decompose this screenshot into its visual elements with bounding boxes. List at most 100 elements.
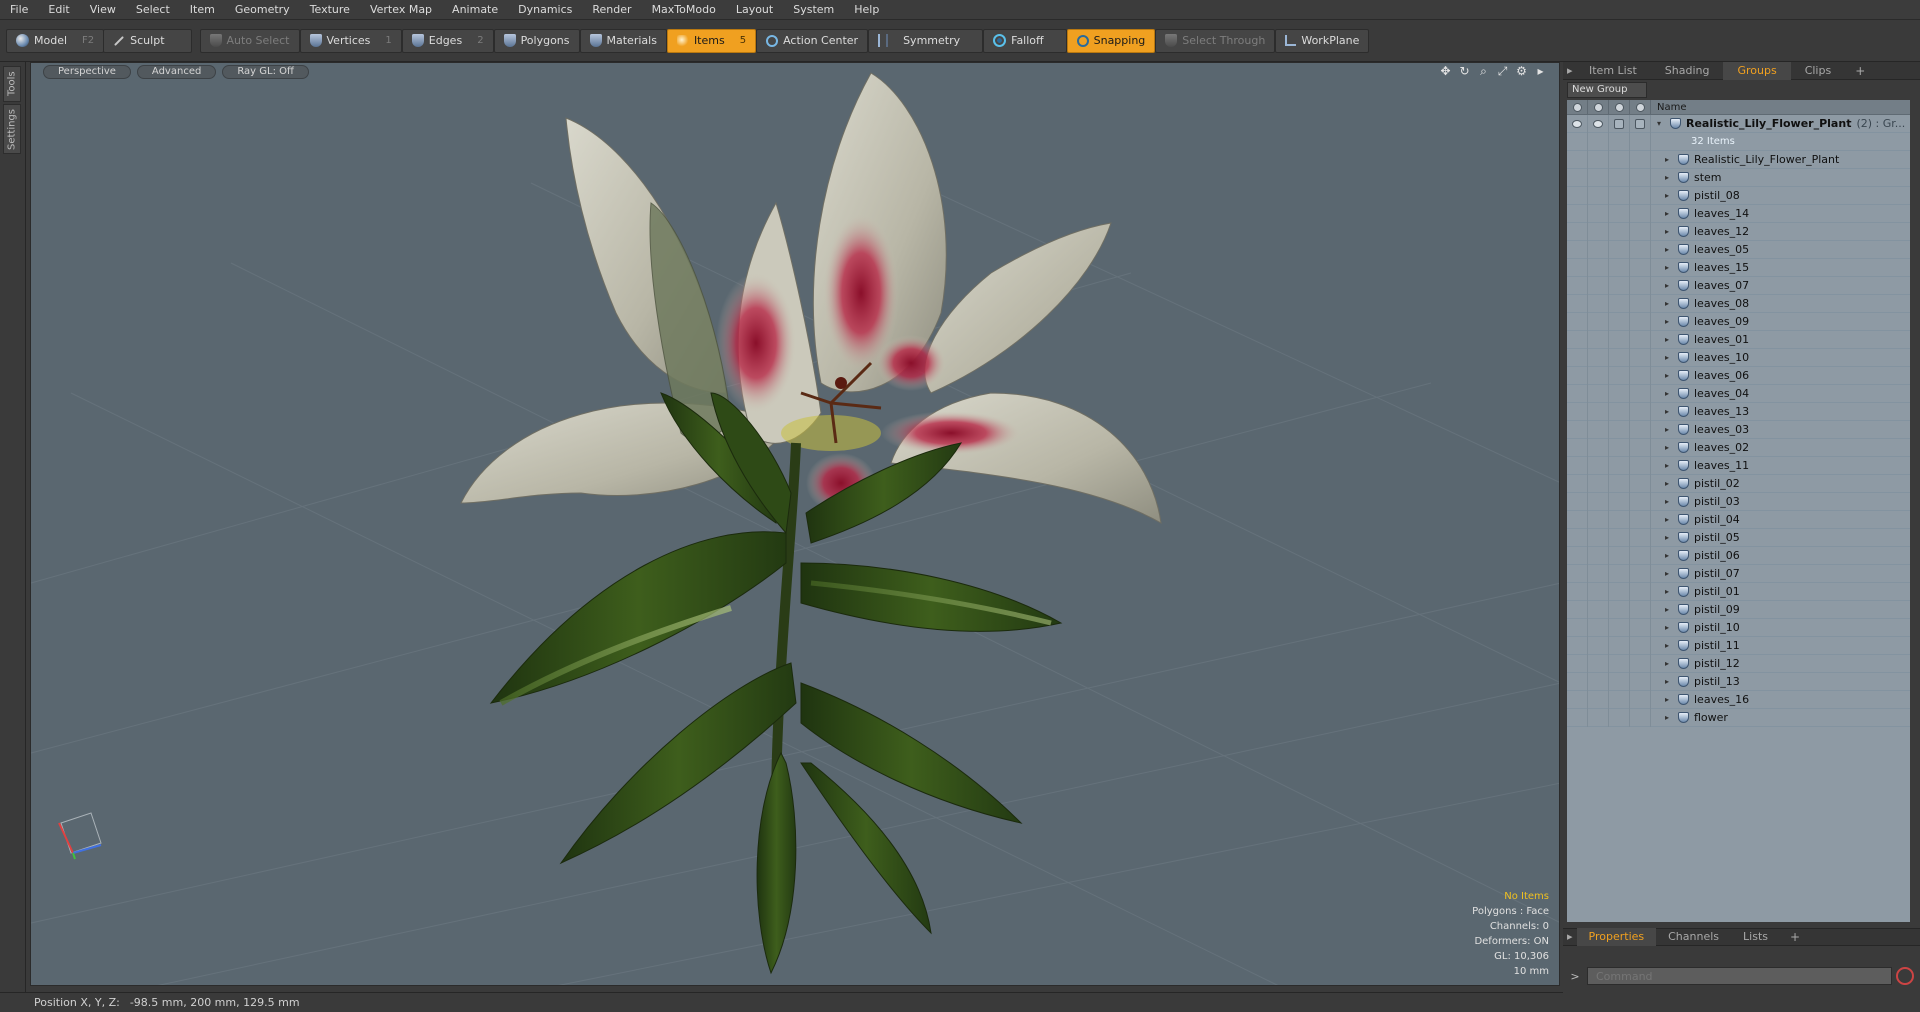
- item-expand-icon[interactable]: ▸: [1665, 335, 1673, 344]
- select-column-icon[interactable]: [1635, 102, 1645, 112]
- item-expand-icon[interactable]: ▸: [1665, 587, 1673, 596]
- edges-button[interactable]: Edges 2: [401, 28, 494, 53]
- add-tab-icon[interactable]: +: [1845, 64, 1875, 78]
- tab-groups[interactable]: Groups: [1723, 61, 1791, 80]
- add-properties-tab-icon[interactable]: +: [1780, 930, 1810, 944]
- item-expand-icon[interactable]: ▸: [1665, 533, 1673, 542]
- item-expand-icon[interactable]: ▸: [1665, 605, 1673, 614]
- item-expand-icon[interactable]: ▸: [1665, 227, 1673, 236]
- group-item-row[interactable]: ▸ pistil_03: [1567, 492, 1910, 511]
- collapse-arrow-icon[interactable]: ▾: [1657, 119, 1665, 128]
- render-icon[interactable]: [1593, 119, 1603, 128]
- arrow-right-icon[interactable]: ▸: [1534, 65, 1547, 78]
- properties-menu-icon[interactable]: ▸: [1563, 928, 1577, 946]
- group-item-row[interactable]: ▸ leaves_02: [1567, 438, 1910, 457]
- group-item-row[interactable]: ▸ leaves_15: [1567, 258, 1910, 277]
- tab-item-list[interactable]: Item List: [1575, 62, 1651, 80]
- visibility-column-icon[interactable]: [1572, 102, 1582, 112]
- group-item-row[interactable]: ▸ pistil_08: [1567, 186, 1910, 205]
- group-item-row[interactable]: ▸ leaves_16: [1567, 690, 1910, 709]
- group-item-row[interactable]: ▸ leaves_09: [1567, 312, 1910, 331]
- group-item-row[interactable]: ▸ leaves_14: [1567, 204, 1910, 223]
- materials-button[interactable]: Materials: [579, 28, 667, 53]
- select-box[interactable]: [1635, 118, 1645, 129]
- group-item-row[interactable]: ▸ leaves_04: [1567, 384, 1910, 403]
- item-expand-icon[interactable]: ▸: [1665, 263, 1673, 272]
- menu-maxtomodo[interactable]: MaxToModo: [642, 0, 726, 20]
- item-expand-icon[interactable]: ▸: [1665, 389, 1673, 398]
- item-expand-icon[interactable]: ▸: [1665, 407, 1673, 416]
- group-item-row[interactable]: ▸ pistil_07: [1567, 564, 1910, 583]
- group-item-row[interactable]: ▸ stem: [1567, 168, 1910, 187]
- rotate-icon[interactable]: ↻: [1458, 65, 1471, 78]
- item-expand-icon[interactable]: ▸: [1665, 659, 1673, 668]
- item-expand-icon[interactable]: ▸: [1665, 353, 1673, 362]
- group-item-row[interactable]: ▸ pistil_10: [1567, 618, 1910, 637]
- item-expand-icon[interactable]: ▸: [1665, 713, 1673, 722]
- polygons-button[interactable]: Polygons: [493, 28, 580, 53]
- menu-edit[interactable]: Edit: [38, 0, 79, 20]
- item-expand-icon[interactable]: ▸: [1665, 317, 1673, 326]
- group-item-row[interactable]: ▸ leaves_06: [1567, 366, 1910, 385]
- menu-dynamics[interactable]: Dynamics: [508, 0, 582, 20]
- group-root-row[interactable]: ▾ Realistic_Lily_Flower_Plant (2) : Gr..…: [1567, 114, 1910, 133]
- group-item-row[interactable]: ▸ pistil_13: [1567, 672, 1910, 691]
- eye-icon[interactable]: [1572, 119, 1582, 128]
- menu-help[interactable]: Help: [844, 0, 889, 20]
- group-item-row[interactable]: ▸ leaves_10: [1567, 348, 1910, 367]
- group-item-row[interactable]: ▸ leaves_07: [1567, 276, 1910, 295]
- menu-texture[interactable]: Texture: [300, 0, 360, 20]
- new-group-button[interactable]: New Group: [1567, 82, 1647, 98]
- falloff-button[interactable]: Falloff: [983, 28, 1067, 53]
- menu-animate[interactable]: Animate: [442, 0, 508, 20]
- item-expand-icon[interactable]: ▸: [1665, 515, 1673, 524]
- render-column-icon[interactable]: [1593, 102, 1603, 112]
- workplane-button[interactable]: WorkPlane: [1275, 28, 1370, 53]
- group-item-row[interactable]: ▸ leaves_03: [1567, 420, 1910, 439]
- group-item-row[interactable]: ▸ pistil_06: [1567, 546, 1910, 565]
- item-expand-icon[interactable]: ▸: [1665, 425, 1673, 434]
- item-expand-icon[interactable]: ▸: [1665, 677, 1673, 686]
- group-item-row[interactable]: ▸ pistil_12: [1567, 654, 1910, 673]
- item-expand-icon[interactable]: ▸: [1665, 551, 1673, 560]
- snapping-button[interactable]: Snapping: [1066, 28, 1156, 53]
- menu-system[interactable]: System: [783, 0, 844, 20]
- item-expand-icon[interactable]: ▸: [1665, 443, 1673, 452]
- item-expand-icon[interactable]: ▸: [1665, 191, 1673, 200]
- item-expand-icon[interactable]: ▸: [1665, 461, 1673, 470]
- menu-render[interactable]: Render: [582, 0, 641, 20]
- raygl-button[interactable]: Ray GL: Off: [222, 64, 309, 79]
- item-expand-icon[interactable]: ▸: [1665, 569, 1673, 578]
- group-item-row[interactable]: ▸ pistil_09: [1567, 600, 1910, 619]
- group-item-row[interactable]: ▸ pistil_11: [1567, 636, 1910, 655]
- tab-shading[interactable]: Shading: [1651, 62, 1724, 80]
- lock-box[interactable]: [1614, 118, 1624, 129]
- model-button[interactable]: Model F2: [6, 28, 105, 53]
- menu-file[interactable]: File: [0, 0, 38, 20]
- group-item-row[interactable]: ▸ leaves_01: [1567, 330, 1910, 349]
- group-item-row[interactable]: ▸ Realistic_Lily_Flower_Plant: [1567, 150, 1910, 169]
- tab-channels[interactable]: Channels: [1656, 928, 1731, 946]
- item-expand-icon[interactable]: ▸: [1665, 695, 1673, 704]
- group-item-row[interactable]: ▸ pistil_02: [1567, 474, 1910, 493]
- gear-icon[interactable]: ⚙: [1515, 65, 1528, 78]
- menu-layout[interactable]: Layout: [726, 0, 783, 20]
- shading-advanced-button[interactable]: Advanced: [136, 64, 217, 79]
- menu-select[interactable]: Select: [126, 0, 180, 20]
- menu-item[interactable]: Item: [180, 0, 225, 20]
- command-history-icon[interactable]: [1896, 967, 1914, 985]
- tools-tab[interactable]: Tools: [3, 66, 21, 102]
- command-input[interactable]: [1587, 967, 1892, 985]
- tab-clips[interactable]: Clips: [1791, 62, 1846, 80]
- select-through-button[interactable]: Select Through: [1155, 28, 1276, 53]
- menu-view[interactable]: View: [80, 0, 126, 20]
- group-item-row[interactable]: ▸ pistil_01: [1567, 582, 1910, 601]
- settings-tab[interactable]: Settings: [3, 104, 21, 154]
- item-expand-icon[interactable]: ▸: [1665, 209, 1673, 218]
- item-expand-icon[interactable]: ▸: [1665, 281, 1673, 290]
- item-expand-icon[interactable]: ▸: [1665, 479, 1673, 488]
- group-item-row[interactable]: ▸ pistil_04: [1567, 510, 1910, 529]
- 3d-viewport[interactable]: Perspective Advanced Ray GL: Off ✥ ↻ ⌕ ⤢…: [30, 62, 1560, 986]
- group-item-row[interactable]: ▸ leaves_11: [1567, 456, 1910, 475]
- item-expand-icon[interactable]: ▸: [1665, 371, 1673, 380]
